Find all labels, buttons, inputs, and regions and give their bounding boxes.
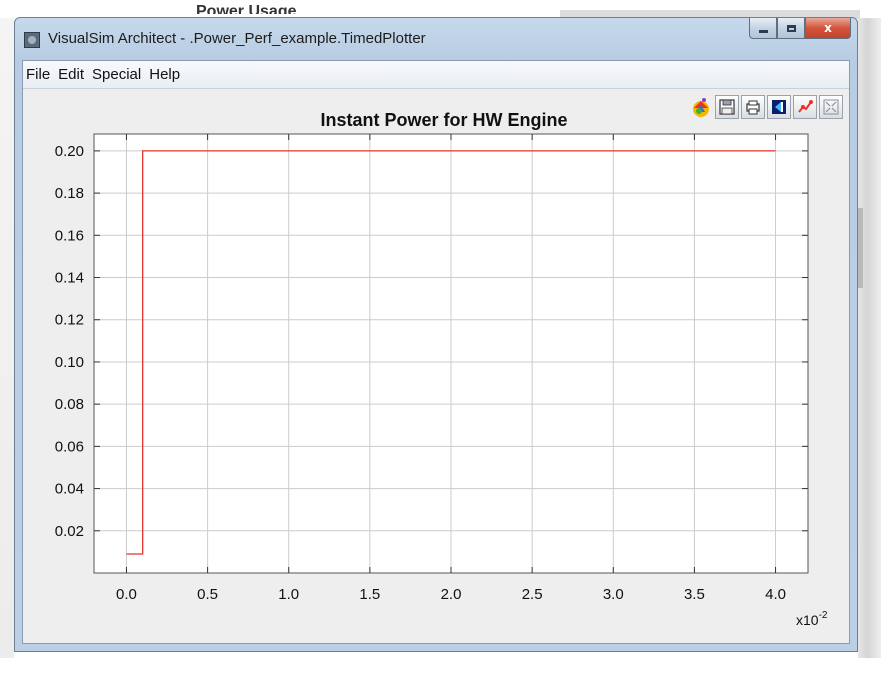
close-icon: x (824, 21, 832, 35)
title-bar[interactable]: VisualSim Architect - .Power_Perf_exampl… (15, 18, 857, 60)
x-tick-label: 3.5 (684, 586, 705, 603)
background-left-edge (0, 18, 14, 658)
x-multiplier-exponent: -2 (819, 610, 828, 621)
window-controls: x (749, 18, 851, 40)
y-tick-label: 0.10 (55, 354, 84, 371)
x-tick-label: 0.5 (197, 586, 218, 603)
menu-help[interactable]: Help (146, 66, 185, 83)
close-button[interactable]: x (805, 18, 851, 39)
y-tick-label: 0.14 (55, 270, 84, 287)
menu-special[interactable]: Special (89, 66, 146, 83)
y-tick-label: 0.20 (55, 143, 84, 160)
x-tick-label: 2.0 (441, 586, 462, 603)
x-multiplier-label: x10-2 (796, 610, 828, 628)
maximize-icon (786, 24, 796, 32)
background-right-edge (858, 18, 881, 658)
app-icon[interactable] (24, 32, 40, 48)
x-multiplier-base: x10 (796, 612, 819, 628)
x-tick-label: 2.5 (522, 586, 543, 603)
plot-panel: Instant Power for HW Engine 0.0 0.5 1.0 1.5… (23, 89, 849, 643)
window-client: File Edit Special Help Instant Power for… (22, 60, 850, 644)
maximize-button[interactable] (777, 18, 805, 39)
y-tick-label: 0.08 (55, 396, 84, 413)
y-tick-label: 0.12 (55, 312, 84, 329)
x-tick-label: 1.5 (359, 586, 380, 603)
chart-title: Instant Power for HW Engine (320, 110, 567, 130)
plot-chart: Instant Power for HW Engine 0.0 0.5 1.0 1.5… (55, 110, 828, 628)
x-tick-label: 4.0 (765, 586, 786, 603)
menu-edit[interactable]: Edit (55, 66, 89, 83)
minimize-icon (758, 29, 768, 33)
x-tick-label: 1.0 (278, 586, 299, 603)
y-tick-label: 0.16 (55, 227, 84, 244)
y-tick-label: 0.04 (55, 481, 84, 498)
background-window-title: Power Usage (196, 3, 297, 14)
menu-file[interactable]: File (23, 66, 55, 83)
window-title: VisualSim Architect - .Power_Perf_exampl… (48, 30, 426, 47)
y-tick-label: 0.06 (55, 438, 84, 455)
y-tick-label: 0.18 (55, 185, 84, 202)
minimize-button[interactable] (749, 18, 777, 39)
plotter-window: VisualSim Architect - .Power_Perf_exampl… (14, 17, 858, 652)
x-tick-label: 3.0 (603, 586, 624, 603)
x-tick-label: 0.0 (116, 586, 137, 603)
y-tick-label: 0.02 (55, 523, 84, 540)
menu-bar: File Edit Special Help (23, 61, 849, 89)
